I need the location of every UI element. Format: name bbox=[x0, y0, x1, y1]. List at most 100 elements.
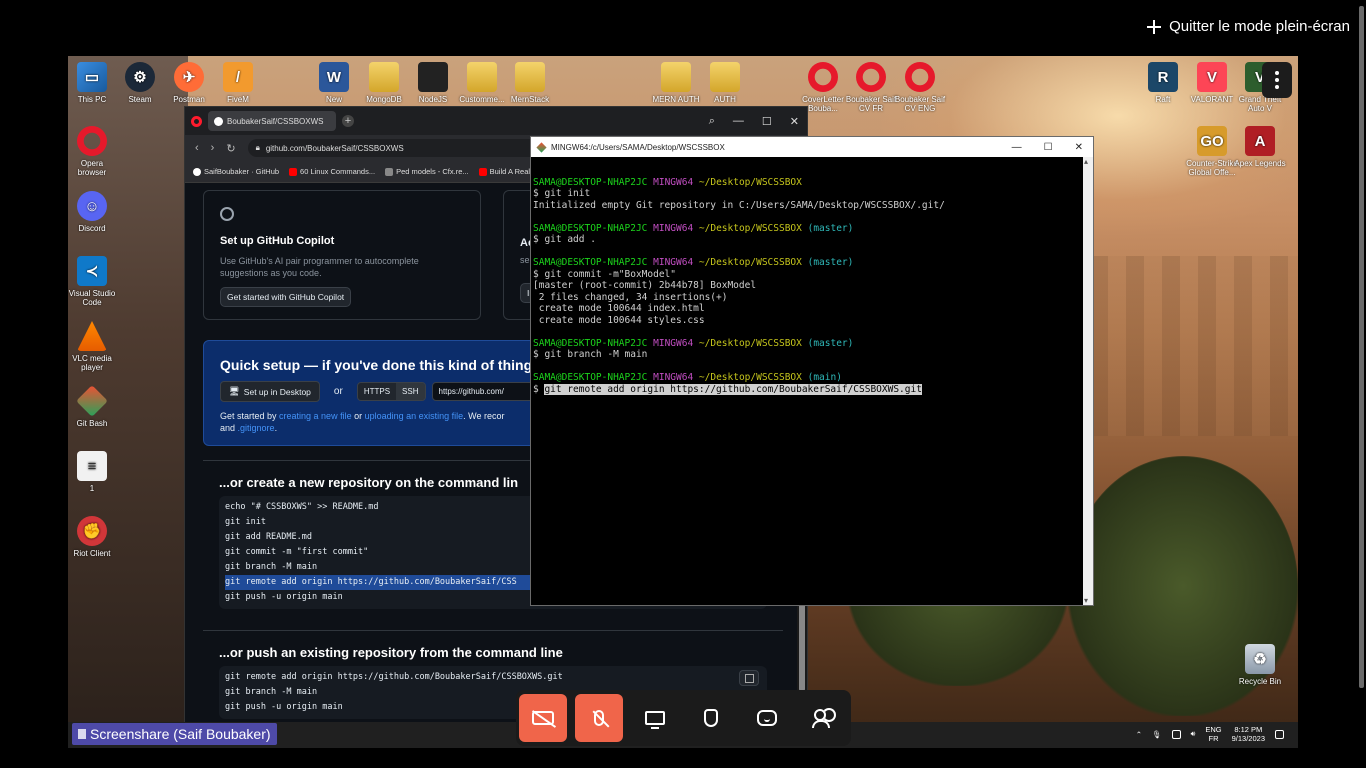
terminal-scrollbar[interactable] bbox=[1083, 157, 1093, 605]
bookmark-item[interactable]: Ped models - Cfx.re... bbox=[385, 167, 469, 176]
forward-icon[interactable]: › bbox=[211, 142, 215, 154]
opera-icon bbox=[77, 126, 107, 156]
search-icon[interactable]: ⌕ bbox=[709, 115, 715, 128]
desktop-icon-customme[interactable]: Customme... bbox=[456, 62, 508, 104]
desktop-icon-this-pc[interactable]: ▭ This PC bbox=[68, 62, 118, 104]
desktop-icon-valorant[interactable]: V VALORANT bbox=[1186, 62, 1238, 104]
desktop-icon-mern-auth[interactable]: MERN AUTH bbox=[650, 62, 702, 104]
desktop-icon-steam[interactable]: ⚙ Steam bbox=[114, 62, 166, 104]
fivem-icon: / bbox=[223, 62, 253, 92]
create-new-file-link[interactable]: creating a new file bbox=[279, 411, 352, 421]
desktop-icon-fivem[interactable]: / FiveM bbox=[212, 62, 264, 104]
folder-icon bbox=[467, 62, 497, 92]
clock[interactable]: 8:12 PM 9/13/2023 bbox=[1232, 725, 1265, 743]
minimize-button[interactable]: — bbox=[733, 115, 744, 128]
network-icon[interactable] bbox=[1171, 729, 1181, 739]
desktop-icon-cv-eng[interactable]: Boubaker Saif CV ENG bbox=[894, 62, 946, 113]
terminal-minimize-button[interactable]: — bbox=[1012, 142, 1022, 153]
terminal-output[interactable]: SAMA@DESKTOP-NHAP2JC MINGW64 ~/Desktop/W… bbox=[531, 157, 1083, 605]
reload-icon[interactable]: ↻ bbox=[226, 142, 235, 155]
reactions-button[interactable] bbox=[743, 694, 791, 742]
prompt-line: SAMA@DESKTOP-NHAP2JC MINGW64 ~/Desktop/W… bbox=[533, 337, 854, 349]
https-tab[interactable]: HTTPS bbox=[357, 383, 397, 400]
recycle-bin-icon: ♻ bbox=[1245, 644, 1275, 674]
scroll-thumb[interactable] bbox=[799, 602, 805, 692]
desktop-icon-new[interactable]: W New bbox=[308, 62, 360, 104]
hand-icon bbox=[704, 709, 718, 727]
desktop-icon-mernstack[interactable]: MernStack bbox=[504, 62, 556, 104]
camera-toggle-button[interactable] bbox=[519, 694, 567, 742]
bookmark-item[interactable]: SaifBoubaker · GitHub bbox=[193, 167, 279, 176]
desktop-icon-nodejs[interactable]: NodeJS bbox=[407, 62, 459, 104]
shared-desktop: ▭ This PC ⚙ Steam ✈ Postman / FiveM W New Mon… bbox=[68, 56, 1298, 748]
desktop-icon-text-file[interactable]: ≡ 1 bbox=[68, 451, 118, 493]
desktop-icon-discord[interactable]: ☺ Discord bbox=[68, 191, 118, 233]
ssh-tab[interactable]: SSH bbox=[396, 383, 425, 400]
microphone-toggle-button[interactable] bbox=[575, 694, 623, 742]
terminal-close-button[interactable]: ✕ bbox=[1075, 142, 1083, 153]
desktop-icon-postman[interactable]: ✈ Postman bbox=[163, 62, 215, 104]
desktop-icon-vlc[interactable]: VLC media player bbox=[68, 321, 118, 372]
mic-off-icon bbox=[594, 710, 604, 726]
youtube-icon bbox=[289, 167, 298, 176]
copilot-description: Use GitHub's AI pair programmer to autoc… bbox=[220, 256, 419, 278]
new-tab-button[interactable]: + bbox=[342, 115, 354, 127]
dot-icon bbox=[1275, 71, 1279, 75]
opera-logo-icon[interactable] bbox=[191, 115, 202, 127]
terminal-line: $ git init bbox=[533, 188, 591, 199]
desktop-icon-auth[interactable]: AUTH bbox=[699, 62, 751, 104]
vscode-icon: ≺ bbox=[77, 256, 107, 286]
language-indicator[interactable]: ENG FR bbox=[1205, 725, 1221, 743]
dot-icon bbox=[1275, 78, 1279, 82]
close-button[interactable]: ✕ bbox=[790, 115, 799, 128]
apex-icon: A bbox=[1245, 126, 1275, 156]
more-options-button[interactable] bbox=[1262, 62, 1292, 98]
share-screen-button[interactable] bbox=[631, 694, 679, 742]
exit-fullscreen-button[interactable]: Quitter le mode plein-écran bbox=[1147, 18, 1350, 35]
prompt-line: SAMA@DESKTOP-NHAP2JC MINGW64 ~/Desktop/W… bbox=[533, 222, 854, 234]
terminal-maximize-button[interactable]: ☐ bbox=[1044, 142, 1053, 153]
desktop-icon-apex[interactable]: A Apex Legends bbox=[1234, 126, 1286, 168]
desktop-icon-riot[interactable]: ✊ Riot Client bbox=[68, 516, 118, 558]
person-icon bbox=[78, 729, 86, 739]
volume-icon[interactable]: 🔊︎ bbox=[1191, 729, 1196, 739]
desktop-icon-raft[interactable]: R Raft bbox=[1137, 62, 1189, 104]
meeting-controls bbox=[516, 690, 851, 746]
desktop-icon-csgo[interactable]: GO Counter-Strike Global Offe... bbox=[1186, 126, 1238, 177]
desktop-icon-cv-fr[interactable]: Boubaker Saif CV FR bbox=[845, 62, 897, 113]
microphone-icon[interactable]: 🎙︎ bbox=[1152, 730, 1162, 739]
terminal-line: Initialized empty Git repository in C:/U… bbox=[533, 199, 945, 211]
desktop-icon-recycle-bin[interactable]: ♻ Recycle Bin bbox=[1234, 644, 1286, 686]
copilot-get-started-button[interactable]: Get started with GitHub Copilot bbox=[220, 287, 352, 307]
desktop-icon-vscode[interactable]: ≺ Visual Studio Code bbox=[68, 256, 118, 307]
prompt-line: SAMA@DESKTOP-NHAP2JC MINGW64 ~/Desktop/W… bbox=[533, 372, 842, 383]
text-file-icon: ≡ bbox=[77, 451, 107, 481]
folder-icon bbox=[710, 62, 740, 92]
folder-icon bbox=[661, 62, 691, 92]
participants-button[interactable] bbox=[799, 694, 847, 742]
maximize-button[interactable]: ☐ bbox=[762, 115, 772, 128]
browser-tab[interactable]: BoubakerSaif/CSSBOXWS bbox=[208, 111, 336, 131]
desktop-icon-opera[interactable]: Opera browser bbox=[68, 126, 118, 177]
desktop-icon-mongodb[interactable]: MongoDB bbox=[358, 62, 410, 104]
setup-desktop-button[interactable]: 🖥︎ Set up in Desktop bbox=[220, 381, 320, 402]
chevron-up-icon[interactable]: ⌃ bbox=[1136, 730, 1142, 739]
vlc-icon bbox=[77, 321, 107, 351]
steam-icon: ⚙ bbox=[125, 62, 155, 92]
raise-hand-button[interactable] bbox=[687, 694, 735, 742]
notification-icon[interactable] bbox=[1275, 729, 1284, 739]
upload-file-link[interactable]: uploading an existing file bbox=[365, 411, 464, 421]
copy-icon[interactable] bbox=[739, 670, 759, 686]
code-line: git remote add origin https://github.com… bbox=[225, 672, 563, 682]
or-label: or bbox=[333, 386, 343, 397]
exit-fullscreen-icon bbox=[1147, 19, 1162, 34]
back-icon[interactable]: ‹ bbox=[195, 142, 199, 154]
gitignore-link[interactable]: .gitignore bbox=[238, 423, 275, 433]
desktop-icon: 🖥︎ bbox=[229, 386, 240, 396]
bookmark-item[interactable]: 60 Linux Commands... bbox=[289, 167, 375, 176]
desktop-icon-git-bash[interactable]: Git Bash bbox=[68, 385, 118, 428]
page-scrollbar[interactable] bbox=[1359, 6, 1364, 688]
bookmark-item[interactable]: Build A Real bbox=[478, 167, 530, 176]
